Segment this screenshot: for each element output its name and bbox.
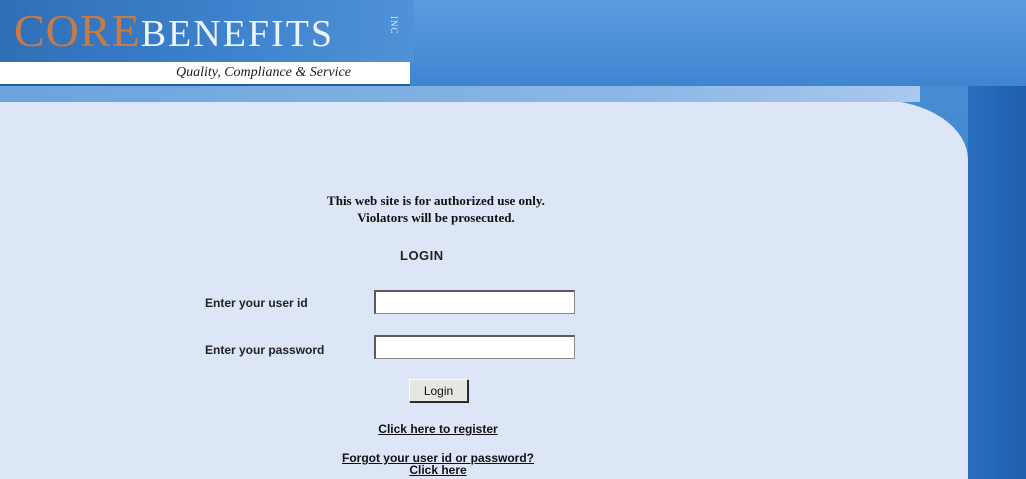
main-panel: This web site is for authorized use only… <box>0 86 968 479</box>
tagline: Quality, Compliance & Service <box>176 65 351 80</box>
logo-wordmark: COREBENEFITS <box>14 6 334 59</box>
forgot-credentials-link[interactable]: Forgot your user id or password? Click h… <box>300 452 576 476</box>
tagline-bar: Quality, Compliance & Service <box>0 62 410 86</box>
notice-line-2: Violators will be prosecuted. <box>357 210 515 225</box>
authorized-use-notice: This web site is for authorized use only… <box>236 192 636 226</box>
user-id-input[interactable] <box>374 290 575 314</box>
logo-inc-text: INC <box>389 16 399 35</box>
logo: COREBENEFITS INC <box>0 0 414 62</box>
logo-benefits-text: BENEFITS <box>140 13 335 55</box>
logo-core-text: CORE <box>14 5 141 56</box>
password-input[interactable] <box>374 335 575 359</box>
login-button[interactable]: Login <box>409 379 468 402</box>
register-link[interactable]: Click here to register <box>300 422 576 436</box>
forgot-link-line-2[interactable]: Click here <box>300 464 576 476</box>
login-title: LOGIN <box>400 248 444 263</box>
password-label: Enter your password <box>205 343 325 357</box>
user-id-label: Enter your user id <box>205 296 308 310</box>
right-sidebar-stripe <box>968 86 1026 479</box>
notice-line-1: This web site is for authorized use only… <box>327 193 545 208</box>
